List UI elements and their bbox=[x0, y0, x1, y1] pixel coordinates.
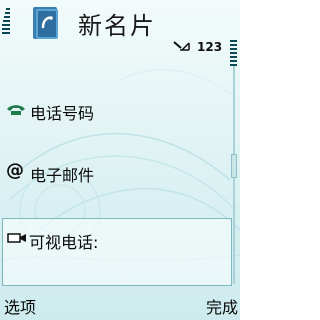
battery-icon bbox=[230, 40, 238, 68]
phone-icon bbox=[7, 105, 25, 115]
scrollbar-thumb[interactable] bbox=[231, 154, 237, 178]
field-phone-number[interactable]: 电话号码 bbox=[0, 98, 232, 123]
video-call-icon bbox=[7, 233, 26, 243]
pen-icon bbox=[173, 41, 190, 51]
contact-card-icon bbox=[33, 7, 58, 39]
field-email[interactable]: @ 电子邮件 bbox=[0, 160, 232, 185]
signal-icon bbox=[2, 8, 10, 36]
options-softkey[interactable]: 选项 bbox=[4, 294, 36, 318]
field-label: 电话号码 bbox=[30, 104, 95, 123]
scrollbar[interactable] bbox=[231, 66, 237, 284]
at-icon: @ bbox=[6, 160, 24, 181]
field-label: 电子邮件 bbox=[30, 166, 95, 185]
page-title: 新名片 bbox=[78, 12, 156, 40]
field-label: 可视电话: bbox=[29, 233, 99, 252]
softkey-bar: 选项 完成 bbox=[0, 290, 240, 320]
status-header: 新名片 123 bbox=[0, 0, 240, 66]
input-mode-indicator: 123 bbox=[197, 40, 223, 54]
field-video-call[interactable]: 可视电话: bbox=[2, 218, 232, 286]
phone-screen: 新名片 123 电话号码 @ 电子邮件 可视电话: 选项 完成 bbox=[0, 0, 240, 320]
done-softkey[interactable]: 完成 bbox=[206, 294, 238, 318]
